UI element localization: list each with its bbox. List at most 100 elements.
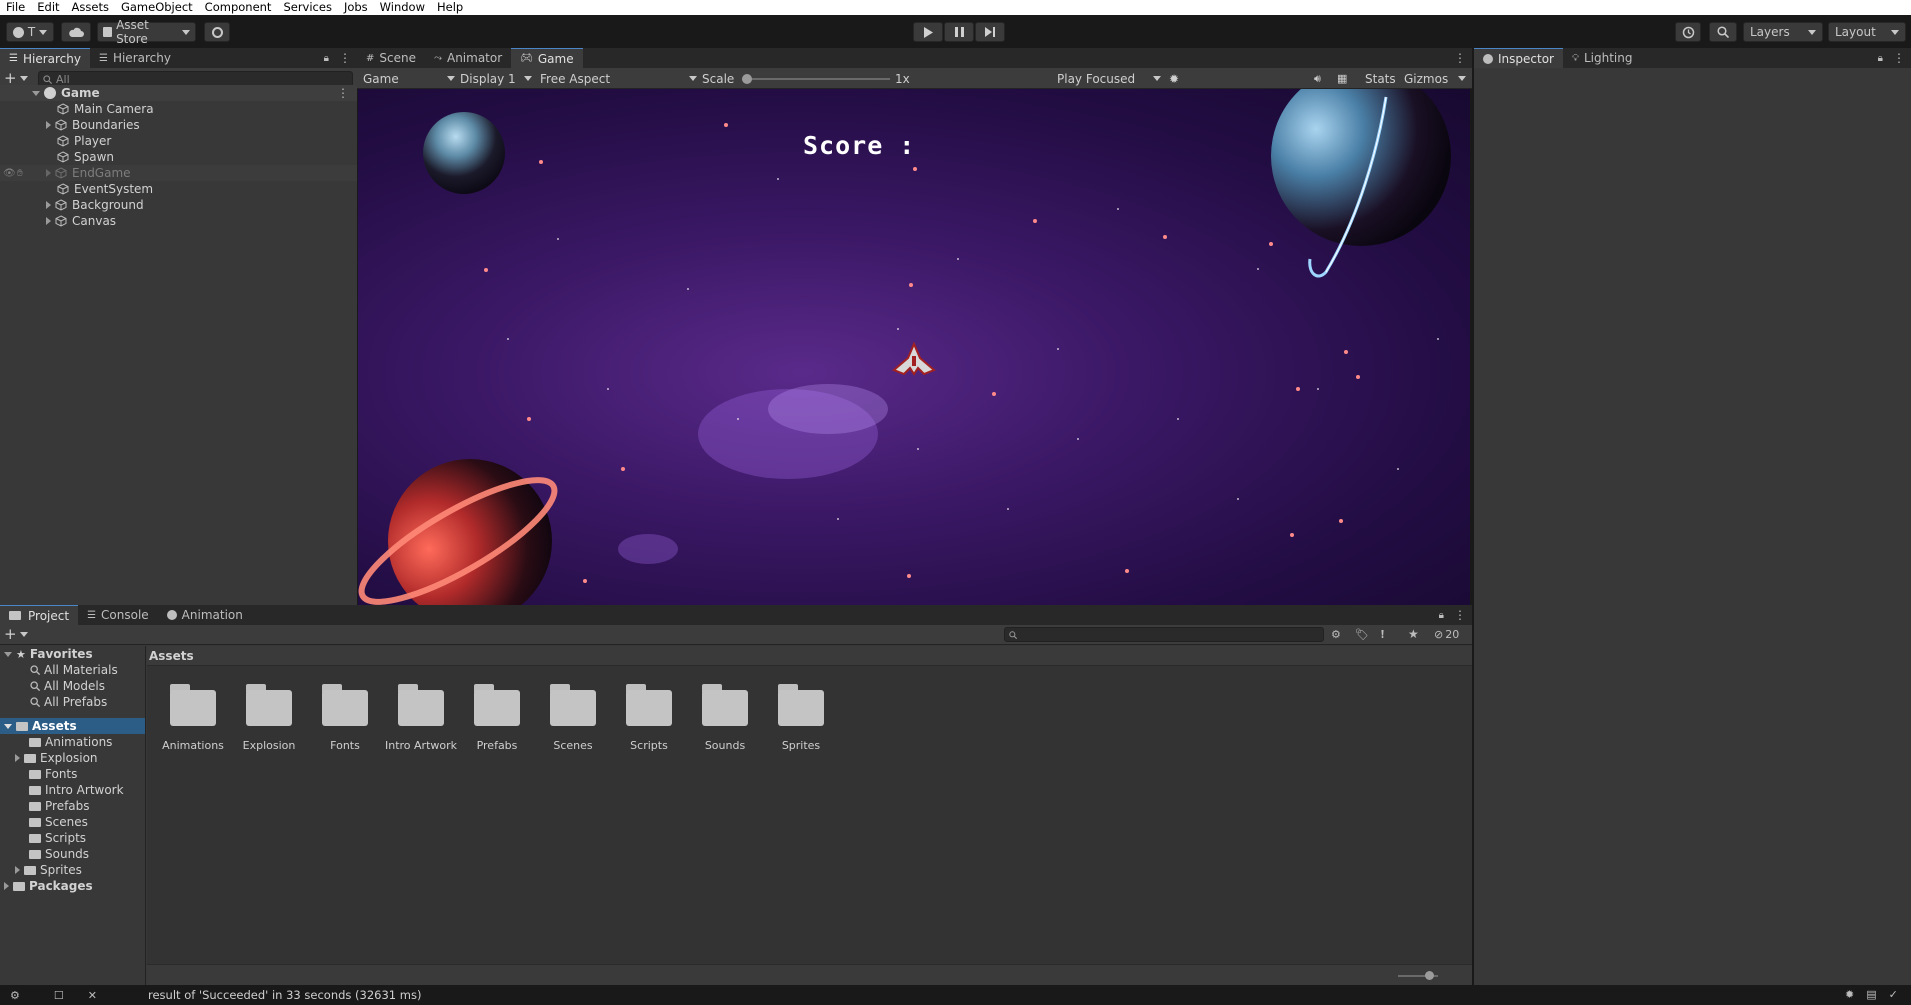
expand-icon[interactable]	[46, 201, 51, 209]
tab-project[interactable]: Project	[0, 605, 79, 625]
lock-icon[interactable]: 🔒︎	[324, 53, 329, 64]
expand-icon[interactable]	[4, 723, 12, 729]
expand-icon[interactable]	[32, 90, 40, 96]
add-button[interactable]: +	[4, 70, 28, 86]
progress-icon[interactable]: ▤	[1866, 988, 1876, 1001]
icon-size-slider-handle[interactable]	[1425, 971, 1434, 980]
tab-game[interactable]: 🎮︎ Game	[511, 48, 583, 68]
expand-icon[interactable]	[46, 121, 51, 129]
lock-icon[interactable]: 🔒︎	[1878, 53, 1883, 64]
tab-animator[interactable]: ⤳ Animator	[424, 48, 512, 68]
hidden-packages-button[interactable]: ⊘ 20	[1434, 628, 1459, 641]
game-viewport[interactable]: Score :	[358, 89, 1470, 605]
scene-row[interactable]: Game ⋮	[0, 85, 357, 101]
menu-assets[interactable]: Assets	[66, 0, 115, 15]
asset-folder[interactable]: Sounds	[29, 846, 89, 862]
expand-icon[interactable]	[4, 882, 9, 890]
more-menu-icon[interactable]: ⋮	[339, 51, 351, 65]
cloud-button[interactable]	[61, 22, 91, 42]
account-button[interactable]: T	[6, 22, 54, 42]
favorite-item[interactable]: All Prefabs	[30, 694, 107, 710]
collab-button[interactable]	[204, 22, 230, 42]
icon-size-slider[interactable]	[1398, 971, 1438, 980]
asset-folder[interactable]: Intro Artwork	[29, 782, 124, 798]
display-dropdown[interactable]: Display 1	[460, 68, 532, 89]
menu-help[interactable]: Help	[431, 0, 469, 15]
close-icon[interactable]: ✕	[88, 989, 97, 1002]
gizmos-dropdown[interactable]: Gizmos	[1404, 68, 1466, 89]
favorite-item[interactable]: All Materials	[30, 662, 118, 678]
menu-services[interactable]: Services	[277, 0, 338, 15]
play-button[interactable]	[913, 22, 943, 42]
expand-icon[interactable]	[4, 651, 12, 657]
asset-folder[interactable]: Scenes	[29, 814, 88, 830]
grid-toggle[interactable]: ▦	[1337, 68, 1347, 89]
breadcrumb-assets[interactable]: Assets	[149, 649, 194, 663]
tab-hierarchy-2[interactable]: ☰ Hierarchy	[89, 48, 180, 68]
pause-button[interactable]	[944, 22, 974, 42]
mute-button[interactable]: 🔊︎	[1314, 68, 1321, 89]
step-button[interactable]	[975, 22, 1005, 42]
tab-animation[interactable]: Animation	[157, 605, 252, 625]
tab-inspector[interactable]: Inspector	[1474, 48, 1563, 68]
expand-icon[interactable]	[46, 217, 51, 225]
hierarchy-item[interactable]: Spawn	[0, 149, 357, 165]
asset-folder[interactable]: Sprites	[15, 862, 82, 878]
expand-icon[interactable]	[46, 169, 51, 177]
asset-folder[interactable]: Prefabs	[29, 798, 90, 814]
pickable-icon[interactable]: ✋︎	[17, 168, 23, 179]
scale-slider[interactable]	[742, 74, 890, 84]
history-button[interactable]	[1675, 22, 1701, 42]
more-menu-icon[interactable]: ⋮	[1454, 608, 1466, 622]
tab-lighting[interactable]: 💡︎ Lighting	[1562, 48, 1642, 68]
status-message[interactable]: result of 'Succeeded' in 33 seconds (326…	[148, 988, 421, 1002]
packages-row[interactable]: Packages	[4, 878, 93, 894]
asset-folder[interactable]: Explosion	[15, 750, 98, 766]
stats-button[interactable]: Stats	[1365, 68, 1396, 89]
hierarchy-item[interactable]: Background	[0, 197, 357, 213]
tab-scene[interactable]: # Scene	[357, 48, 425, 68]
favorite-item[interactable]: All Models	[30, 678, 105, 694]
hierarchy-item[interactable]: Player	[0, 133, 357, 149]
label-icon[interactable]: 🏷︎	[1355, 628, 1369, 641]
filter-type-icon[interactable]: ⚙	[1331, 628, 1341, 641]
asset-folder[interactable]: Fonts	[29, 766, 77, 782]
asset-store-button[interactable]: Asset Store	[97, 18, 196, 46]
expand-icon[interactable]	[15, 754, 20, 762]
expand-icon[interactable]	[15, 866, 20, 874]
visibility-icon[interactable]: 👁︎	[3, 168, 16, 179]
project-search-input[interactable]	[1004, 627, 1324, 642]
scene-menu-icon[interactable]: ⋮	[337, 86, 349, 100]
asset-folder[interactable]: Animations	[29, 734, 112, 750]
play-focused-dropdown[interactable]: Play Focused	[1057, 68, 1161, 89]
bug-button[interactable]: ✹	[1169, 68, 1179, 89]
menu-gameobject[interactable]: GameObject	[115, 0, 199, 15]
hierarchy-item[interactable]: Main Camera	[0, 101, 357, 117]
star-icon[interactable]: ★	[1408, 627, 1419, 641]
warning-icon[interactable]: ❗︎	[1381, 628, 1384, 642]
scale-slider-handle[interactable]	[742, 74, 752, 84]
layers-dropdown[interactable]: Layers	[1743, 22, 1823, 42]
lock-icon[interactable]: 🔒︎	[1439, 610, 1444, 621]
menu-jobs[interactable]: Jobs	[338, 0, 374, 15]
hierarchy-item[interactable]: Canvas	[0, 213, 357, 229]
more-menu-icon[interactable]: ⋮	[1454, 51, 1466, 65]
menu-component[interactable]: Component	[199, 0, 278, 15]
hierarchy-item[interactable]: Boundaries	[0, 117, 357, 133]
check-icon[interactable]: ✓	[1889, 988, 1898, 1001]
more-menu-icon[interactable]: ⋮	[1893, 51, 1905, 65]
asset-folder[interactable]: Scripts	[29, 830, 86, 846]
tab-hierarchy[interactable]: ☰ Hierarchy	[0, 48, 90, 68]
aspect-dropdown[interactable]: Free Aspect	[540, 68, 697, 89]
create-button[interactable]: +	[4, 626, 28, 643]
menu-file[interactable]: File	[0, 0, 31, 15]
restore-icon[interactable]: ☐	[54, 989, 64, 1002]
search-button[interactable]	[1709, 22, 1737, 42]
app-icon[interactable]: ⚙︎	[10, 989, 20, 1002]
hierarchy-item-disabled[interactable]: 👁︎ ✋︎ EndGame	[0, 165, 357, 181]
layout-dropdown[interactable]: Layout	[1828, 22, 1906, 42]
hierarchy-item[interactable]: EventSystem	[0, 181, 357, 197]
menu-window[interactable]: Window	[374, 0, 431, 15]
debug-icon[interactable]: ✹	[1845, 988, 1854, 1001]
game-mode-dropdown[interactable]: Game	[363, 68, 455, 89]
